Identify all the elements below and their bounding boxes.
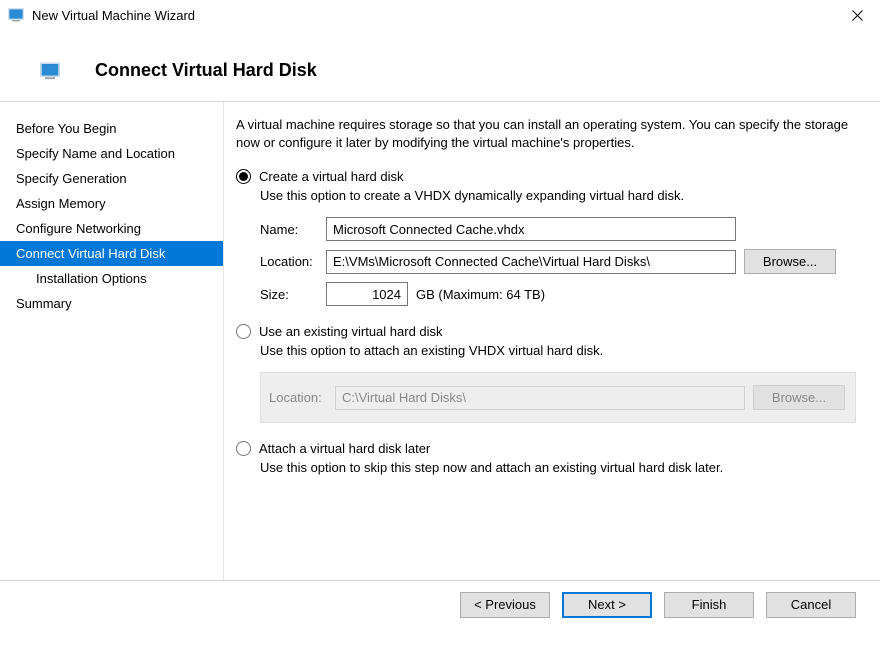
radio-create-vhd[interactable] — [236, 169, 251, 184]
window-title: New Virtual Machine Wizard — [32, 8, 195, 23]
sidebar-item-7[interactable]: Summary — [0, 291, 223, 316]
app-icon — [8, 7, 24, 23]
sidebar-item-3[interactable]: Assign Memory — [0, 191, 223, 216]
sidebar-item-5[interactable]: Connect Virtual Hard Disk — [0, 241, 223, 266]
sidebar-item-6[interactable]: Installation Options — [0, 266, 223, 291]
sidebar-item-1[interactable]: Specify Name and Location — [0, 141, 223, 166]
close-button[interactable] — [834, 0, 880, 30]
location-input[interactable] — [326, 250, 736, 274]
radio-existing-vhd[interactable] — [236, 324, 251, 339]
wizard-content: A virtual machine requires storage so th… — [224, 102, 880, 580]
option-attach-later-desc: Use this option to skip this step now an… — [260, 460, 856, 475]
wizard-footer: < Previous Next > Finish Cancel — [0, 580, 880, 628]
close-icon — [852, 10, 863, 21]
page-heading: Connect Virtual Hard Disk — [95, 60, 317, 81]
radio-attach-later[interactable] — [236, 441, 251, 456]
sidebar-item-4[interactable]: Configure Networking — [0, 216, 223, 241]
location-label: Location: — [260, 254, 326, 269]
titlebar: New Virtual Machine Wizard — [0, 0, 880, 30]
option-existing-vhd-desc: Use this option to attach an existing VH… — [260, 343, 856, 358]
radio-existing-vhd-label: Use an existing virtual hard disk — [259, 324, 443, 339]
browse-button[interactable]: Browse... — [744, 249, 836, 274]
option-attach-later[interactable]: Attach a virtual hard disk later — [236, 441, 856, 456]
existing-location-label: Location: — [269, 390, 335, 405]
option-existing-vhd[interactable]: Use an existing virtual hard disk — [236, 324, 856, 339]
sidebar-item-2[interactable]: Specify Generation — [0, 166, 223, 191]
size-unit-text: GB (Maximum: 64 TB) — [416, 287, 545, 302]
radio-create-vhd-label: Create a virtual hard disk — [259, 169, 404, 184]
create-vhd-form: Name: Location: Browse... Size: GB (Maxi… — [260, 217, 856, 306]
size-label: Size: — [260, 287, 326, 302]
cancel-button[interactable]: Cancel — [766, 592, 856, 618]
radio-attach-later-label: Attach a virtual hard disk later — [259, 441, 430, 456]
previous-button[interactable]: < Previous — [460, 592, 550, 618]
wizard-header: Connect Virtual Hard Disk — [0, 30, 880, 102]
finish-button[interactable]: Finish — [664, 592, 754, 618]
wizard-sidebar: Before You BeginSpecify Name and Locatio… — [0, 102, 224, 580]
existing-location-input — [335, 386, 745, 410]
existing-vhd-form: Location: Browse... — [260, 372, 856, 423]
sidebar-item-0[interactable]: Before You Begin — [0, 116, 223, 141]
option-create-vhd[interactable]: Create a virtual hard disk — [236, 169, 856, 184]
wizard-body: Before You BeginSpecify Name and Locatio… — [0, 102, 880, 580]
option-create-vhd-desc: Use this option to create a VHDX dynamic… — [260, 188, 856, 203]
size-input[interactable] — [326, 282, 408, 306]
name-input[interactable] — [326, 217, 736, 241]
name-label: Name: — [260, 222, 326, 237]
header-icon — [40, 61, 60, 81]
next-button[interactable]: Next > — [562, 592, 652, 618]
existing-browse-button: Browse... — [753, 385, 845, 410]
intro-text: A virtual machine requires storage so th… — [236, 116, 856, 151]
